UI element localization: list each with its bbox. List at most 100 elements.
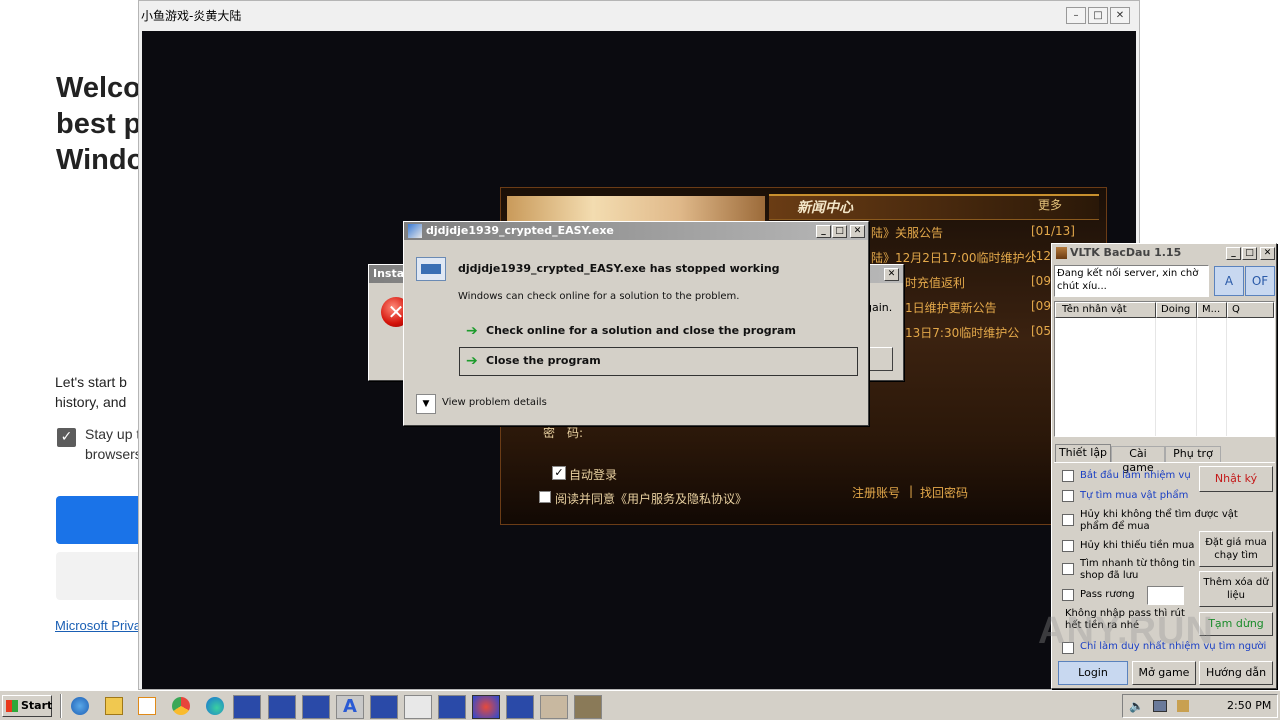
error-dialog-title: djdjdje1939_crypted_EASY.exe (426, 224, 614, 237)
error-maximize-button[interactable]: □ (832, 225, 847, 238)
network-icon[interactable] (1153, 700, 1167, 712)
chrome-icon[interactable] (172, 697, 190, 715)
news-item-4[interactable]: 1日维护更新公告 (905, 299, 997, 316)
view-details-link[interactable]: View problem details (442, 397, 547, 408)
vltk-maximize-button[interactable]: □ (1242, 247, 1257, 260)
find-password-link[interactable]: 找回密码 (920, 484, 968, 501)
taskbar-window-6[interactable] (404, 695, 432, 719)
game-close-button[interactable]: ✕ (1110, 7, 1130, 24)
game-minimize-button[interactable]: – (1066, 7, 1086, 24)
error-dialog: djdjdje1939_crypted_EASY.exe _ □ ✕ djdjd… (403, 221, 869, 426)
clock[interactable]: 2:50 PM (1227, 699, 1271, 712)
option-checkbox-6[interactable] (1062, 589, 1074, 601)
privacy-link[interactable]: Microsoft Priva (55, 618, 141, 633)
column-header-doing[interactable]: Doing (1156, 302, 1197, 318)
tab-phu-tro[interactable]: Phụ trợ (1165, 446, 1221, 462)
mo-game-button[interactable]: Mở game (1132, 661, 1196, 685)
register-link[interactable]: 注册账号 (852, 484, 900, 501)
welcome-heading-line3: Windo (56, 144, 145, 176)
news-item-3[interactable]: 时充值返利 (905, 274, 965, 291)
welcome-heading-line2: best p (56, 108, 142, 140)
arrow-right-icon: ➔ (466, 353, 478, 369)
ie-icon[interactable] (71, 697, 89, 715)
font-app-icon[interactable]: A (336, 695, 364, 719)
character-list[interactable]: Tên nhân vật Doing M... Q (1054, 301, 1275, 437)
welcome-heading-line1: Welco (56, 72, 141, 104)
option-checkbox-1[interactable] (1062, 470, 1074, 482)
error-heading: djdjdje1939_crypted_EASY.exe has stopped… (458, 262, 780, 275)
agree-label[interactable]: 阅读并同意《用户服务及隐私协议》 (555, 490, 747, 507)
option-checkbox-5[interactable] (1062, 563, 1074, 575)
agree-checkbox[interactable] (539, 491, 551, 503)
column-header-q[interactable]: Q (1227, 302, 1274, 318)
option-label-5: Tìm nhanh từ thông tin shop đã lưu (1080, 558, 1196, 581)
watermark: ANY.RUN (1038, 610, 1214, 652)
start-label: Start (21, 699, 53, 712)
install-dialog-title: Insta (373, 267, 405, 280)
error-minimize-button[interactable]: _ (816, 225, 831, 238)
taskbar-window-1[interactable] (233, 695, 261, 719)
login-button[interactable]: Login (1058, 661, 1128, 685)
error-close-button[interactable]: ✕ (850, 225, 865, 238)
error-dialog-titlebar: djdjdje1939_crypted_EASY.exe (404, 222, 868, 240)
stay-up-label-line1: Stay up t (85, 426, 141, 442)
taskbar-window-9[interactable] (506, 695, 534, 719)
stay-up-checkbox[interactable]: ✓ (57, 428, 76, 447)
option-checkbox-4[interactable] (1062, 540, 1074, 552)
nhat-ky-button[interactable]: Nhật ký (1199, 466, 1273, 492)
install-ok-button[interactable] (867, 347, 893, 371)
install-message-fragment: gain. (865, 301, 893, 314)
taskbar-window-2[interactable] (268, 695, 296, 719)
chevron-down-icon[interactable]: ▼ (416, 394, 436, 414)
option-label-3: Hủy khi không thể tìm được vật phẩm để m… (1080, 509, 1238, 532)
install-close-button[interactable]: ✕ (884, 268, 899, 281)
close-program-label: Close the program (486, 354, 601, 367)
taskbar-window-10[interactable] (540, 695, 568, 719)
taskbar-window-5[interactable] (370, 695, 398, 719)
news-item-5[interactable]: 13日7:30临时维护公 (905, 324, 1019, 341)
windows-logo-icon (6, 700, 18, 712)
stay-up-label-line2: browsers (85, 446, 142, 462)
dat-gia-mua-button[interactable]: Đặt giá mua chạy tìm (1199, 531, 1273, 567)
vltk-status-box: Đang kết nối server, xin chờ chút xíu... (1054, 265, 1209, 297)
news-item-1[interactable]: 陆》关服公告 (871, 224, 943, 241)
column-header-m[interactable]: M... (1197, 302, 1227, 318)
tray-icon-3[interactable] (1177, 700, 1189, 712)
app-icon (408, 224, 422, 238)
password-label: 密 码: (543, 426, 584, 440)
huong-dan-button[interactable]: Hướng dẫn (1199, 661, 1273, 685)
arrow-right-icon: ➔ (466, 323, 478, 339)
check-online-option[interactable]: Check online for a solution and close th… (486, 324, 796, 337)
auto-login-checkbox[interactable]: ✓ (552, 466, 566, 480)
column-header-name[interactable]: Tên nhân vật (1055, 302, 1156, 318)
error-subtext: Windows can check online for a solution … (458, 291, 740, 302)
folder-icon[interactable] (105, 697, 123, 715)
link-separator: | (909, 484, 914, 498)
speaker-icon[interactable]: 🔈 (1129, 699, 1144, 713)
news-more-link[interactable]: 更多 (1038, 196, 1062, 213)
start-button[interactable]: Start (2, 695, 52, 717)
system-tray: 🔈 2:50 PM (1122, 694, 1278, 718)
option-checkbox-3[interactable] (1062, 514, 1074, 526)
vltk-of-button[interactable]: OF (1245, 266, 1275, 296)
app-icon (1056, 247, 1067, 259)
option-checkbox-2[interactable] (1062, 490, 1074, 502)
vltk-close-button[interactable]: ✕ (1260, 247, 1275, 260)
media-player-icon[interactable] (138, 697, 156, 715)
tab-thiet-lap[interactable]: Thiết lập (1055, 444, 1111, 462)
taskbar-window-7[interactable] (438, 695, 466, 719)
taskbar-window-8[interactable] (472, 695, 500, 719)
game-maximize-button[interactable]: □ (1088, 7, 1108, 24)
them-xoa-du-lieu-button[interactable]: Thêm xóa dữ liệu (1199, 571, 1273, 607)
option-label-1: Bắt đầu làm nhiệm vụ (1080, 470, 1191, 481)
edge-icon[interactable] (206, 697, 224, 715)
taskbar-window-3[interactable] (302, 695, 330, 719)
game-window-title: 小鱼游戏-炎黄大陆 (141, 9, 242, 23)
tab-cai-game[interactable]: Cài game (1111, 446, 1165, 474)
vltk-a-button[interactable]: A (1214, 266, 1244, 296)
vltk-minimize-button[interactable]: _ (1226, 247, 1241, 260)
close-program-option[interactable]: ➔ Close the program (459, 347, 858, 376)
option-label-6: Pass rương (1080, 589, 1135, 600)
taskbar-window-11[interactable] (574, 695, 602, 719)
pass-ruong-input[interactable] (1147, 586, 1184, 605)
